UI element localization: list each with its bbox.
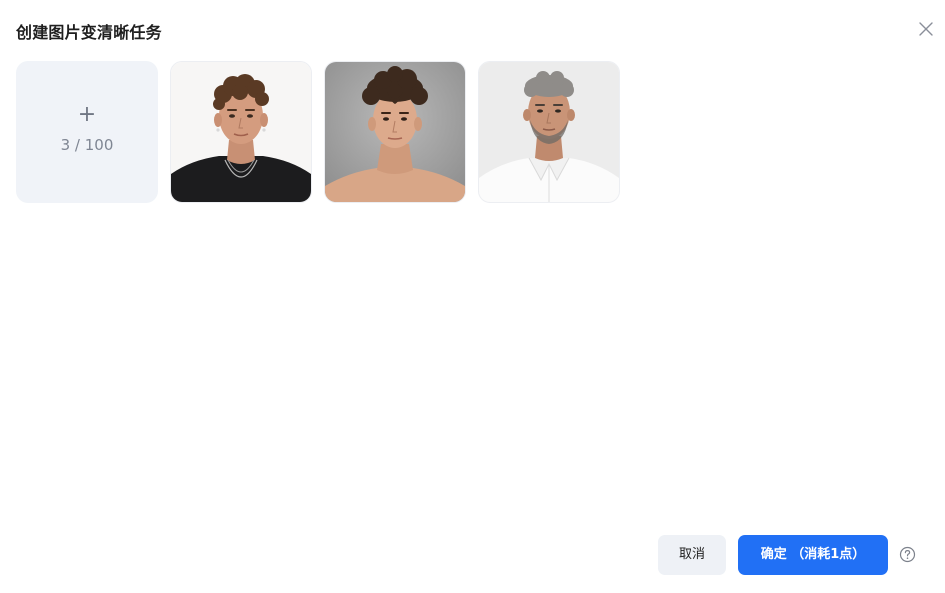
image-thumbnail-3[interactable] [478, 61, 620, 203]
confirm-button[interactable]: 确定 （消耗1点） [738, 535, 888, 575]
portrait-image [479, 62, 619, 202]
close-icon [919, 22, 933, 36]
create-enhance-task-dialog: 创建图片变清晰任务 + 3 / 100 取消 确定 （消耗1点） [0, 0, 945, 593]
close-button[interactable] [915, 18, 937, 40]
portrait-image [171, 62, 311, 202]
dialog-title: 创建图片变清晰任务 [16, 23, 162, 42]
cancel-button[interactable]: 取消 [658, 535, 726, 575]
image-thumbnail-2[interactable] [324, 61, 466, 203]
image-count: 3 / 100 [60, 136, 114, 154]
upload-image-tile[interactable]: + 3 / 100 [16, 61, 158, 203]
question-circle-icon [899, 546, 916, 563]
plus-icon: + [77, 102, 97, 127]
help-button[interactable] [899, 546, 916, 563]
image-thumbnail-1[interactable] [170, 61, 312, 203]
portrait-image [325, 62, 465, 202]
